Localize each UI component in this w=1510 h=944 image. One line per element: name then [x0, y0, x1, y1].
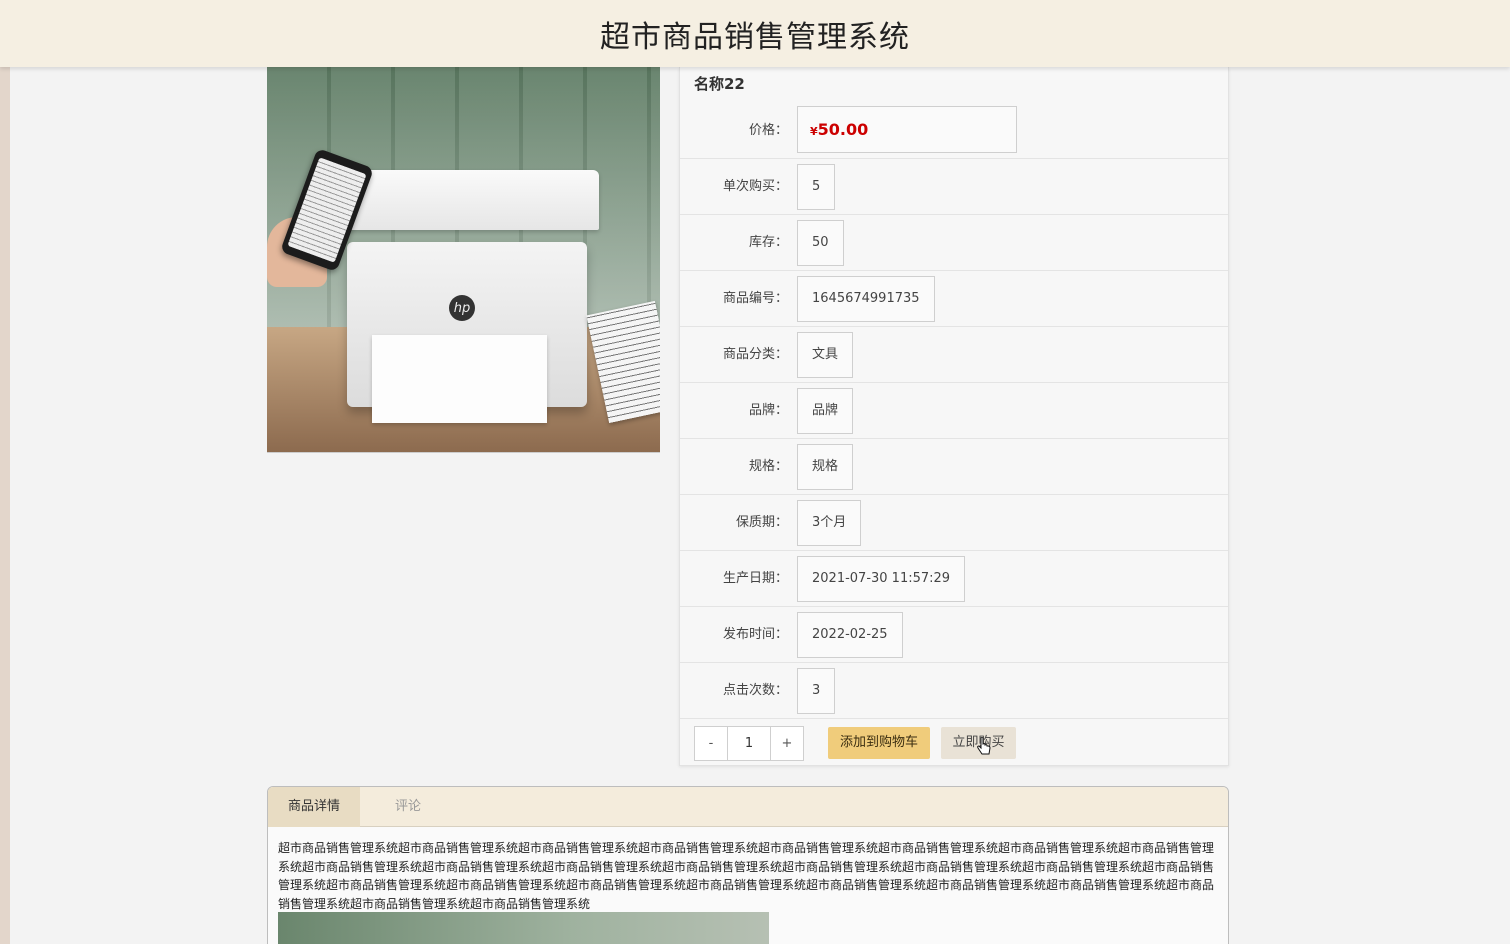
field-row-stock: 库存： 50: [680, 214, 1228, 270]
field-label-shelf-life: 保质期：: [735, 515, 788, 530]
field-label-publish-time: 发布时间：: [722, 627, 788, 642]
field-value-production-date: 2021-07-30 11:57:29: [797, 556, 966, 602]
quantity-stepper: - 1 +: [694, 726, 804, 761]
product-detail-text: 超市商品销售管理系统超市商品销售管理系统超市商品销售管理系统超市商品销售管理系统…: [278, 841, 1215, 911]
field-row-product-id: 商品编号： 1645674991735: [680, 270, 1228, 326]
field-value-price: ¥50.00: [797, 106, 1017, 153]
field-row-production-date: 生产日期： 2021-07-30 11:57:29: [680, 550, 1228, 606]
field-value-publish-time: 2022-02-25: [797, 612, 903, 658]
field-value-spec: 规格: [797, 444, 854, 490]
quantity-increase-button[interactable]: +: [771, 727, 803, 760]
field-label-spec: 规格：: [748, 459, 788, 474]
field-value-single-purchase: 5: [797, 164, 836, 210]
field-row-shelf-life: 保质期： 3个月: [680, 494, 1228, 550]
field-label-production-date: 生产日期：: [722, 571, 788, 586]
purchase-action-row: - 1 + 添加到购物车 立即购买: [680, 718, 1228, 766]
product-image: hp: [267, 67, 660, 453]
left-edge-strip: [0, 0, 10, 944]
field-row-single-purchase: 单次购买： 5: [680, 158, 1228, 214]
quantity-decrease-button[interactable]: -: [695, 727, 727, 760]
printer-paper-out: [372, 335, 547, 423]
field-label-stock: 库存：: [748, 235, 788, 250]
field-value-shelf-life: 3个月: [797, 500, 862, 546]
product-details-panel: 名称22 价格： ¥50.00 单次购买： 5 库存： 50 商品编号： 164…: [679, 67, 1229, 766]
field-row-click-count: 点击次数： 3: [680, 662, 1228, 718]
pointer-hand-icon: [977, 737, 991, 755]
tab-comments[interactable]: 评论: [360, 787, 456, 827]
tab-product-detail[interactable]: 商品详情: [268, 787, 360, 827]
quantity-input[interactable]: 1: [727, 727, 771, 760]
printer-logo: hp: [449, 295, 475, 321]
field-label-product-id: 商品编号：: [722, 291, 788, 306]
field-row-publish-time: 发布时间： 2022-02-25: [680, 606, 1228, 662]
field-label-click-count: 点击次数：: [722, 683, 788, 698]
field-label-price: 价格：: [748, 123, 788, 138]
field-row-spec: 规格： 规格: [680, 438, 1228, 494]
field-label-brand: 品牌：: [748, 403, 788, 418]
top-header: 超市商品销售管理系统: [0, 0, 1510, 67]
field-value-click-count: 3: [797, 668, 836, 714]
detail-content-image: [278, 912, 769, 944]
field-value-brand: 品牌: [797, 388, 854, 434]
field-label-category: 商品分类：: [722, 347, 788, 362]
field-value-product-id: 1645674991735: [797, 276, 935, 322]
field-value-category: 文具: [797, 332, 854, 378]
field-row-brand: 品牌： 品牌: [680, 382, 1228, 438]
field-row-category: 商品分类： 文具: [680, 326, 1228, 382]
tab-header: 商品详情 评论: [268, 787, 1228, 827]
field-row-price: 价格： ¥50.00: [680, 103, 1228, 159]
field-label-single-purchase: 单次购买：: [722, 179, 788, 194]
add-to-cart-button[interactable]: 添加到购物车: [828, 727, 930, 759]
product-tabs-panel: 商品详情 评论 超市商品销售管理系统超市商品销售管理系统超市商品销售管理系统超市…: [267, 786, 1229, 944]
printer-lid: [337, 170, 599, 230]
currency-symbol: ¥: [810, 125, 818, 138]
product-name: 名称22: [694, 75, 745, 93]
price-value: 50.00: [817, 120, 869, 139]
field-value-stock: 50: [797, 220, 844, 266]
app-title: 超市商品销售管理系统: [600, 19, 910, 55]
